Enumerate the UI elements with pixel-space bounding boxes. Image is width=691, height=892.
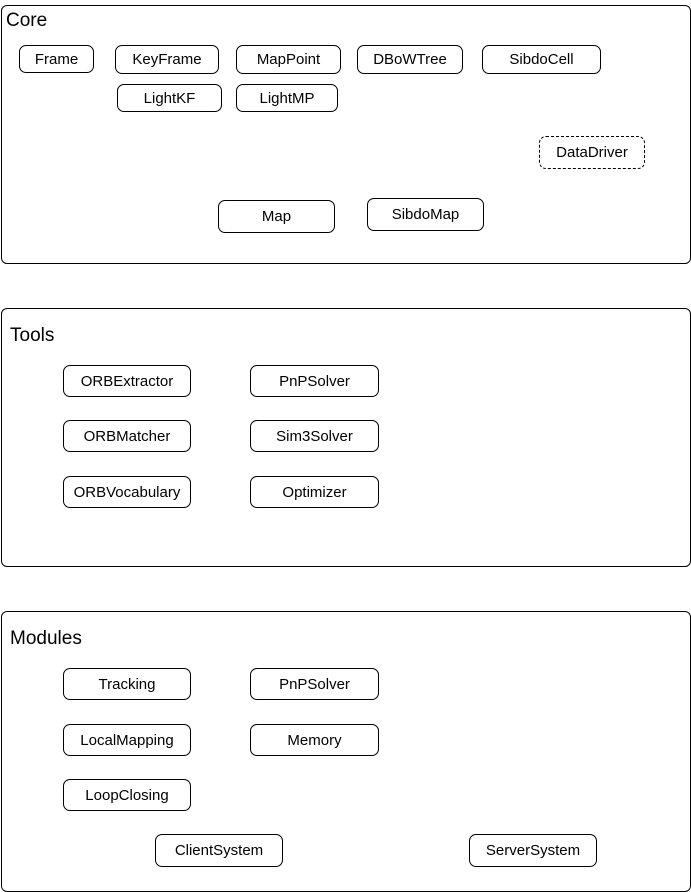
- modules-title: Modules: [10, 628, 82, 649]
- tools-pnpsolver-node[interactable]: PnPSolver: [250, 365, 379, 397]
- orbvocabulary-node[interactable]: ORBVocabulary: [63, 476, 191, 508]
- clientsystem-node[interactable]: ClientSystem: [155, 834, 283, 867]
- dbowtree-node[interactable]: DBoWTree: [357, 45, 463, 74]
- sibdomap-node[interactable]: SibdoMap: [367, 198, 484, 231]
- localmapping-node[interactable]: LocalMapping: [63, 724, 191, 756]
- datadriver-node[interactable]: DataDriver: [539, 136, 645, 169]
- lightkf-node[interactable]: LightKF: [117, 84, 222, 112]
- orbmatcher-node[interactable]: ORBMatcher: [63, 420, 191, 452]
- serversystem-node[interactable]: ServerSystem: [469, 834, 597, 867]
- tools-title: Tools: [10, 325, 55, 346]
- orbextractor-node[interactable]: ORBExtractor: [63, 365, 191, 397]
- map-node[interactable]: Map: [218, 200, 335, 233]
- sibdocell-node[interactable]: SibdoCell: [482, 45, 601, 74]
- modules-pnpsolver-node[interactable]: PnPSolver: [250, 668, 379, 700]
- frame-node[interactable]: Frame: [19, 45, 94, 73]
- sim3solver-node[interactable]: Sim3Solver: [250, 420, 379, 452]
- core-title: Core: [6, 10, 48, 31]
- keyframe-node[interactable]: KeyFrame: [115, 45, 219, 74]
- loopclosing-node[interactable]: LoopClosing: [63, 779, 191, 811]
- memory-node[interactable]: Memory: [250, 724, 379, 756]
- mappoint-node[interactable]: MapPoint: [236, 45, 341, 74]
- lightmp-node[interactable]: LightMP: [236, 84, 338, 112]
- core-group: [1, 5, 691, 264]
- tracking-node[interactable]: Tracking: [63, 668, 191, 700]
- optimizer-node[interactable]: Optimizer: [250, 476, 379, 508]
